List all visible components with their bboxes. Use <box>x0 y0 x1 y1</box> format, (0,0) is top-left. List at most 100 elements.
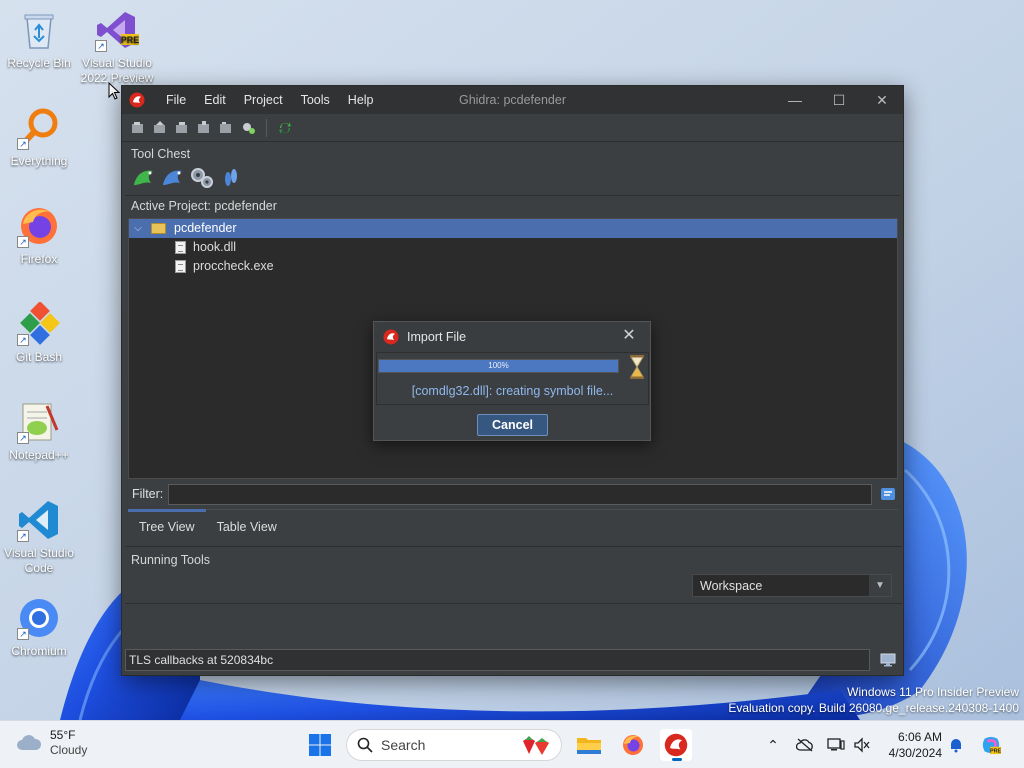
emulator-tool-button[interactable] <box>188 164 216 192</box>
shortcut-arrow-icon: ↗ <box>17 334 29 346</box>
close-project-button[interactable] <box>172 118 192 138</box>
open-project-button[interactable] <box>150 118 170 138</box>
dragon-icon <box>134 170 153 185</box>
taskbar-ghidra[interactable] <box>660 729 692 761</box>
windows-start-icon[interactable] <box>308 733 332 757</box>
progress-bar: 100% <box>378 359 619 373</box>
workspace-value: Workspace <box>700 578 763 593</box>
desktop-icon-everything[interactable]: ↗ Everything <box>0 106 78 169</box>
configure-icon <box>243 122 255 134</box>
network-display-icon[interactable] <box>826 735 846 755</box>
save-project-button[interactable] <box>194 118 214 138</box>
tree-root-folder[interactable]: ⌵ pcdefender <box>129 219 897 238</box>
ghidra-dragon-icon <box>664 733 688 757</box>
tree-root-label: pcdefender <box>174 221 237 235</box>
new-project-icon <box>132 121 143 133</box>
show-hidden-icons-chevron-up-icon[interactable]: ⌃ <box>763 735 783 755</box>
desktop-icon-notepad-plus-plus[interactable]: ↗ Notepad++ <box>0 400 78 463</box>
firefox-icon <box>623 735 643 755</box>
footprints-icon <box>225 169 237 186</box>
desktop-icon-visual-studio-2022-preview[interactable]: PRE ↗ Visual Studio 2022 Preview <box>78 8 156 86</box>
save-project-icon <box>198 120 209 133</box>
tree-file-item[interactable]: proccheck.exe <box>129 257 897 276</box>
close-project-icon <box>176 121 187 133</box>
dialog-close-button[interactable]: ✕ <box>621 328 637 344</box>
console-button[interactable] <box>877 649 899 671</box>
workspace-dropdown[interactable]: Workspace ▼ <box>692 574 892 597</box>
menu-edit[interactable]: Edit <box>195 86 235 114</box>
running-tools-panel: Running Tools Workspace ▼ <box>125 546 902 604</box>
desktop-icon-label: Everything <box>10 154 68 168</box>
menu-project[interactable]: Project <box>235 86 292 114</box>
copilot-icon[interactable]: PRE <box>981 735 1001 755</box>
vscode-icon: ↗ <box>17 498 61 542</box>
refresh-icon <box>279 121 291 134</box>
close-button[interactable]: ✕ <box>860 86 904 114</box>
filter-input[interactable] <box>168 483 873 505</box>
delete-project-icon <box>220 121 231 133</box>
menu-bar: File Edit Project Tools Help <box>157 86 383 114</box>
mouse-cursor-icon <box>108 82 120 100</box>
weather-description: Cloudy <box>50 743 88 757</box>
git-bash-icon: ↗ <box>17 301 61 346</box>
watermark-line-2: Evaluation copy. Build 26080.ge_release.… <box>728 701 1019 715</box>
maximize-button[interactable]: ☐ <box>817 86 861 114</box>
tab-table-view[interactable]: Table View <box>206 510 288 544</box>
active-project-label: Active Project: pcdefender <box>131 199 277 213</box>
tool-chest-panel: Tool Chest <box>125 142 900 196</box>
dialog-title-bar[interactable]: Import File <box>374 322 650 352</box>
weather-widget[interactable]: 55°F Cloudy <box>16 728 87 758</box>
taskbar: 55°F Cloudy Search ⌃ 6:06 AM 4/30/2024 P… <box>0 720 1024 768</box>
refresh-button[interactable] <box>275 118 295 138</box>
clock-date: 4/30/2024 <box>888 746 942 760</box>
chevron-down-icon[interactable]: ⌵ <box>131 219 145 238</box>
debugger-tool-button[interactable] <box>159 164 187 192</box>
cloud-icon <box>17 735 42 750</box>
desktop-icon-visual-studio-code[interactable]: ↗ Visual Studio Code <box>0 498 78 576</box>
cancel-button[interactable]: Cancel <box>477 414 548 436</box>
shortcut-arrow-icon: ↗ <box>17 530 29 542</box>
desktop-icon-git-bash[interactable]: ↗ Git Bash <box>0 301 78 365</box>
tool-chest-label: Tool Chest <box>131 147 191 161</box>
desktop-icon-recycle-bin[interactable]: Recycle Bin <box>0 8 78 71</box>
tree-file-item[interactable]: hook.dll <box>129 238 897 257</box>
shortcut-arrow-icon: ↗ <box>95 40 107 52</box>
monitor-icon <box>880 653 896 666</box>
import-file-dialog: Import File ✕ 100% [comdlg32.dll]: creat… <box>373 321 651 441</box>
tab-tree-view[interactable]: Tree View <box>128 508 206 544</box>
taskbar-search[interactable]: Search <box>346 729 562 761</box>
taskbar-file-explorer[interactable] <box>573 729 605 761</box>
desktop-icon-label: Visual Studio Code <box>4 546 74 575</box>
new-project-button[interactable] <box>128 118 148 138</box>
window-title-bar[interactable]: File Edit Project Tools Help Ghidra: pcd… <box>122 86 903 114</box>
clear-filter-icon <box>881 488 896 500</box>
taskbar-clock[interactable]: 6:06 AM 4/30/2024 <box>884 729 942 761</box>
desktop-icon-chromium[interactable]: ↗ Chromium <box>0 596 78 659</box>
version-tracking-tool-button[interactable] <box>217 164 245 192</box>
tree-file-label: hook.dll <box>193 240 237 254</box>
search-icon <box>357 737 373 753</box>
hourglass-icon <box>630 355 644 379</box>
visual-studio-icon: PRE ↗ <box>95 8 139 52</box>
delete-project-button[interactable] <box>216 118 236 138</box>
onedrive-offline-icon[interactable] <box>795 735 815 755</box>
configure-button[interactable] <box>238 118 258 138</box>
menu-help[interactable]: Help <box>339 86 383 114</box>
notification-bell-icon[interactable] <box>946 735 966 755</box>
desktop-icon-label: Firefox <box>20 252 58 266</box>
clear-filter-button[interactable] <box>878 483 898 505</box>
minimize-button[interactable]: — <box>773 86 817 114</box>
toolbar <box>122 114 903 142</box>
filter-label: Filter: <box>132 487 164 501</box>
clock-time: 6:06 AM <box>897 730 942 744</box>
taskbar-firefox[interactable] <box>617 729 649 761</box>
dialog-body: 100% [comdlg32.dll]: creating symbol fil… <box>376 352 649 405</box>
desktop-icon-firefox[interactable]: ↗ Firefox <box>0 204 78 267</box>
menu-file[interactable]: File <box>157 86 195 114</box>
desktop-icon-label: Chromium <box>11 644 67 658</box>
volume-muted-icon[interactable] <box>852 735 872 755</box>
code-browser-tool-button[interactable] <box>130 164 158 192</box>
open-project-icon <box>154 120 165 133</box>
progress-label: 100% <box>488 361 509 370</box>
menu-tools[interactable]: Tools <box>292 86 339 114</box>
